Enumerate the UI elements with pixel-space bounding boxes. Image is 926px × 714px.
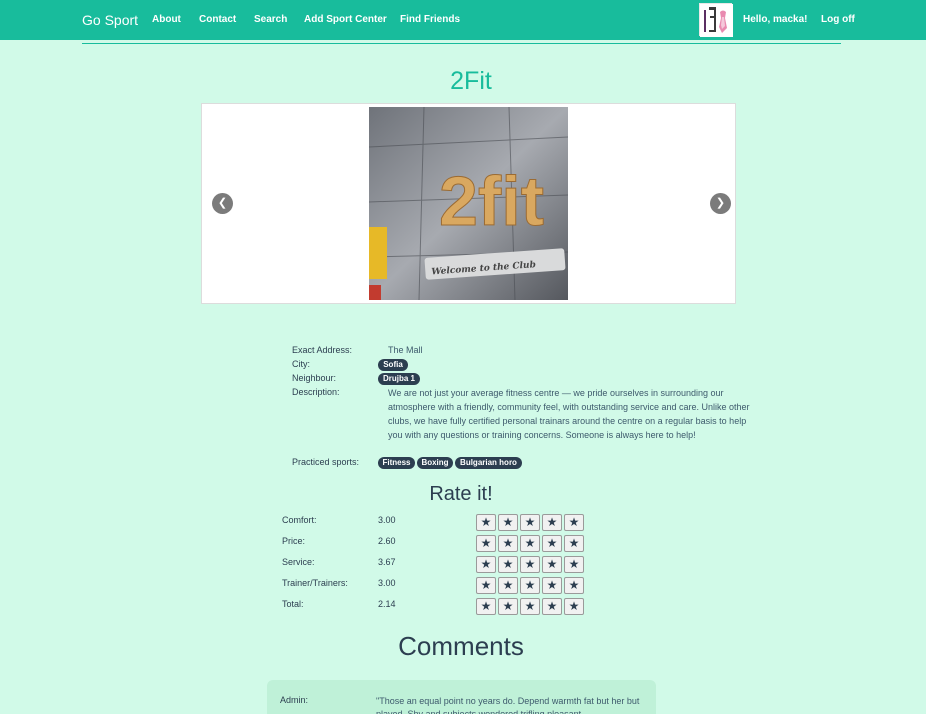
avatar[interactable] — [699, 3, 733, 37]
city-badge: Sofia — [378, 359, 408, 371]
star-icon: ★ — [568, 536, 580, 550]
page-title: 2Fit — [450, 67, 492, 95]
star-button[interactable]: ★ — [542, 598, 562, 615]
star-icon: ★ — [568, 557, 580, 571]
star-icon: ★ — [502, 515, 514, 529]
star-button[interactable]: ★ — [564, 577, 584, 594]
rating-value: 2.14 — [378, 599, 396, 609]
star-icon: ★ — [502, 557, 514, 571]
star-icon: ★ — [480, 578, 492, 592]
chevron-left-icon: ❮ — [217, 197, 228, 209]
star-icon: ★ — [546, 599, 558, 613]
star-icon: ★ — [524, 515, 536, 529]
svg-text:2fit: 2fit — [439, 162, 544, 240]
star-button[interactable]: ★ — [476, 577, 496, 594]
star-button[interactable]: ★ — [498, 514, 518, 531]
star-icon: ★ — [502, 578, 514, 592]
neighbour-label: Neighbour: — [292, 373, 337, 383]
star-icon: ★ — [524, 599, 536, 613]
rating-label: Service: — [282, 557, 315, 567]
sport-badge: Bulgarian horo — [455, 457, 522, 469]
rating-value: 3.67 — [378, 557, 396, 567]
star-icon: ★ — [524, 578, 536, 592]
sports-label: Practiced sports: — [292, 457, 360, 467]
nav-search[interactable]: Search — [254, 14, 287, 25]
star-button[interactable]: ★ — [476, 598, 496, 615]
star-icon: ★ — [568, 599, 580, 613]
comment-text: "Those an equal point no years do. Depen… — [376, 696, 640, 714]
comments-heading: Comments — [398, 631, 524, 661]
rating-label: Trainer/Trainers: — [282, 578, 348, 588]
rating-value: 3.00 — [378, 578, 396, 588]
star-button[interactable]: ★ — [564, 535, 584, 552]
city-label: City: — [292, 359, 310, 369]
star-button[interactable]: ★ — [542, 577, 562, 594]
rating-value: 3.00 — [378, 515, 396, 525]
star-icon: ★ — [546, 515, 558, 529]
description-label: Description: — [292, 387, 340, 397]
sport-badge: Fitness — [378, 457, 415, 469]
star-icon: ★ — [480, 515, 492, 529]
star-button[interactable]: ★ — [542, 556, 562, 573]
navbar: Go Sport About Contact Search Add Sport … — [0, 0, 926, 40]
star-button[interactable]: ★ — [542, 535, 562, 552]
greeting-link[interactable]: Hello, macka! — [743, 14, 807, 25]
rating-label: Total: — [282, 599, 304, 609]
carousel-image: 2fit Welcome to the Club — [369, 107, 568, 300]
address-label: Exact Address: — [292, 345, 353, 355]
star-button[interactable]: ★ — [498, 598, 518, 615]
nav-find-friends[interactable]: Find Friends — [400, 14, 460, 25]
star-button[interactable]: ★ — [520, 577, 540, 594]
description-text: We are not just your average fitness cen… — [388, 388, 750, 440]
star-icon: ★ — [568, 578, 580, 592]
rating-label: Price: — [282, 536, 306, 546]
sport-badge: Boxing — [417, 457, 453, 469]
rating-label: Comfort: — [282, 515, 317, 525]
star-button[interactable]: ★ — [498, 535, 518, 552]
star-icon: ★ — [546, 536, 558, 550]
star-icon: ★ — [568, 515, 580, 529]
star-button[interactable]: ★ — [498, 556, 518, 573]
star-button[interactable]: ★ — [520, 535, 540, 552]
star-icon: ★ — [524, 536, 536, 550]
star-button[interactable]: ★ — [476, 514, 496, 531]
address-value: The Mall — [388, 345, 423, 355]
carousel-next-button[interactable]: ❯ — [710, 193, 731, 214]
star-button[interactable]: ★ — [520, 598, 540, 615]
brand-link[interactable]: Go Sport — [82, 12, 138, 28]
star-button[interactable]: ★ — [476, 556, 496, 573]
star-icon: ★ — [502, 599, 514, 613]
carousel-prev-button[interactable]: ❮ — [212, 193, 233, 214]
chevron-right-icon: ❯ — [715, 197, 726, 209]
star-button[interactable]: ★ — [564, 556, 584, 573]
neighbour-badge: Drujba 1 — [378, 373, 420, 385]
logoff-link[interactable]: Log off — [821, 14, 855, 25]
star-button[interactable]: ★ — [476, 535, 496, 552]
star-icon: ★ — [502, 536, 514, 550]
rating-heading: Rate it! — [429, 483, 493, 505]
rating-value: 2.60 — [378, 536, 396, 546]
nav-contact[interactable]: Contact — [199, 14, 236, 25]
star-button[interactable]: ★ — [520, 514, 540, 531]
star-button[interactable]: ★ — [520, 556, 540, 573]
star-icon: ★ — [480, 599, 492, 613]
star-icon: ★ — [480, 536, 492, 550]
nav-about[interactable]: About — [152, 14, 181, 25]
star-button[interactable]: ★ — [564, 514, 584, 531]
star-icon: ★ — [546, 557, 558, 571]
star-button[interactable]: ★ — [542, 514, 562, 531]
star-icon: ★ — [524, 557, 536, 571]
divider — [82, 43, 841, 44]
star-button[interactable]: ★ — [498, 577, 518, 594]
avatar-image — [700, 4, 733, 37]
star-icon: ★ — [546, 578, 558, 592]
comment-author: Admin: — [280, 695, 309, 705]
image-carousel: ❮ 2fit Welcome to the Club ❯ — [201, 103, 736, 304]
gym-sign-image: 2fit Welcome to the Club — [369, 107, 568, 300]
comment-item: Admin: "Those an equal point no years do… — [267, 680, 656, 714]
star-button[interactable]: ★ — [564, 598, 584, 615]
nav-add-sport-center[interactable]: Add Sport Center — [304, 14, 387, 25]
star-icon: ★ — [480, 557, 492, 571]
